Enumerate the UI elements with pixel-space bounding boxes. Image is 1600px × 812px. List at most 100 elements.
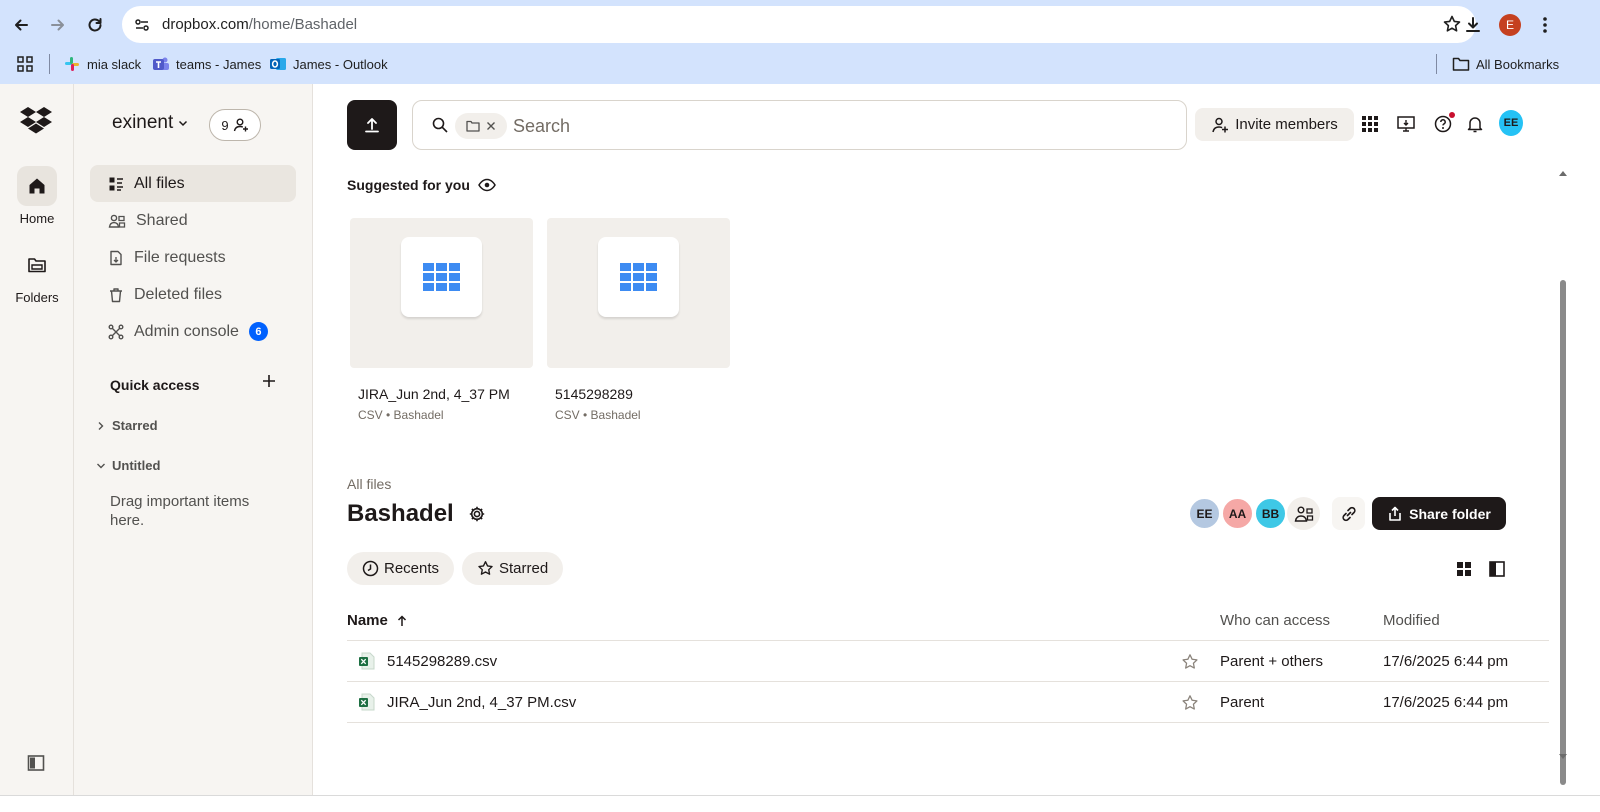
bookmark-james-outlook[interactable]: James - Outlook bbox=[269, 53, 388, 75]
dropbox-app: Home Folders exinent 9 All files Shared bbox=[0, 84, 1600, 812]
column-who-can-access[interactable]: Who can access bbox=[1220, 612, 1330, 629]
gear-icon[interactable] bbox=[468, 505, 486, 523]
search-input[interactable] bbox=[513, 113, 1153, 139]
grid-view-icon[interactable] bbox=[1455, 560, 1473, 578]
search-box[interactable] bbox=[412, 100, 1187, 150]
page-title: Bashadel bbox=[347, 500, 486, 528]
sidebar: exinent 9 All files Shared File requests… bbox=[74, 84, 313, 812]
upload-button[interactable] bbox=[347, 100, 397, 150]
apps-grid-icon bbox=[17, 56, 33, 72]
suggested-card[interactable]: 5145298289 CSV • Bashadel bbox=[547, 218, 730, 422]
admin-console-icon bbox=[108, 324, 124, 339]
add-quick-access-button[interactable] bbox=[262, 374, 276, 388]
sidebar-item-admin-console[interactable]: Admin console 6 bbox=[90, 313, 296, 350]
access-cell: Parent bbox=[1220, 694, 1265, 711]
folder-outline-icon bbox=[1452, 57, 1470, 71]
scroll-down-arrow-icon[interactable] bbox=[1557, 752, 1569, 762]
star-icon[interactable] bbox=[1181, 694, 1199, 712]
folder-name: Bashadel bbox=[347, 500, 454, 527]
suggested-file-name: JIRA_Jun 2nd, 4_37 PM bbox=[358, 386, 510, 402]
rail-folders[interactable]: Folders bbox=[0, 245, 74, 305]
quick-access-group-label: Untitled bbox=[112, 458, 161, 473]
sidebar-item-label: Deleted files bbox=[134, 285, 223, 303]
chevron-down-icon bbox=[97, 463, 105, 468]
modified-cell: 17/6/2025 6:44 pm bbox=[1383, 694, 1509, 711]
team-members-button[interactable]: 9 bbox=[209, 109, 261, 141]
close-icon[interactable] bbox=[486, 121, 496, 131]
sidebar-item-label: All files bbox=[134, 174, 185, 192]
browser-menu-button[interactable] bbox=[1530, 10, 1560, 40]
breadcrumb[interactable]: All files bbox=[347, 476, 391, 492]
sort-up-arrow-icon bbox=[397, 614, 406, 626]
copy-link-button[interactable] bbox=[1332, 497, 1365, 530]
manage-access-icon[interactable] bbox=[1287, 497, 1320, 530]
profile-button[interactable]: E bbox=[1495, 10, 1525, 40]
app-rail: Home Folders bbox=[0, 84, 74, 812]
address-bar[interactable]: dropbox.com/home/Bashadel bbox=[122, 6, 1476, 43]
filter-label: Recents bbox=[384, 560, 440, 577]
help-icon bbox=[1434, 115, 1452, 133]
sidebar-item-file-requests[interactable]: File requests bbox=[90, 239, 296, 276]
bookmark-label: James - Outlook bbox=[293, 56, 388, 72]
search-scope-chip[interactable] bbox=[455, 113, 507, 139]
apps-button[interactable] bbox=[16, 53, 34, 75]
file-thumbnail bbox=[350, 218, 533, 368]
share-icon bbox=[1389, 506, 1401, 521]
share-folder-label: Share folder bbox=[1409, 505, 1491, 522]
eye-icon[interactable] bbox=[478, 178, 496, 192]
help-button[interactable] bbox=[1431, 112, 1455, 136]
plus-icon bbox=[263, 375, 275, 387]
quick-access-title: Quick access bbox=[110, 377, 200, 393]
scroll-up-arrow-icon[interactable] bbox=[1557, 168, 1569, 178]
quick-access-starred[interactable]: Starred bbox=[96, 418, 158, 433]
team-switcher[interactable]: exinent bbox=[112, 112, 189, 134]
chevron-down-icon bbox=[179, 120, 188, 127]
bookmark-teams-james[interactable]: teams - James bbox=[152, 53, 261, 75]
bookmark-label: teams - James bbox=[176, 56, 262, 72]
site-info-icon[interactable] bbox=[132, 15, 152, 35]
file-name: 5145298289.csv bbox=[387, 652, 498, 670]
suggested-file-name: 5145298289 bbox=[555, 386, 633, 402]
suggested-card[interactable]: JIRA_Jun 2nd, 4_37 PM CSV • Bashadel bbox=[350, 218, 533, 422]
page-scrollbar[interactable] bbox=[1557, 84, 1569, 796]
file-name-cell: JIRA_Jun 2nd, 4_37 PM.csv bbox=[359, 693, 576, 711]
table-row[interactable]: 5145298289.csv Parent + others 17/6/2025… bbox=[347, 641, 1549, 682]
invite-members-button[interactable]: Invite members bbox=[1195, 108, 1354, 141]
folder-outline-icon bbox=[466, 120, 480, 132]
downloads-button[interactable] bbox=[1458, 10, 1488, 40]
filter-recents[interactable]: Recents bbox=[347, 552, 455, 585]
all-bookmarks-button[interactable]: All Bookmarks bbox=[1452, 53, 1559, 75]
scrollbar-thumb[interactable] bbox=[1560, 280, 1566, 785]
forward-button[interactable] bbox=[43, 10, 73, 40]
file-thumbnail bbox=[547, 218, 730, 368]
dropbox-logo-icon[interactable] bbox=[20, 106, 52, 134]
suggested-section-title: Suggested for you bbox=[347, 177, 496, 193]
rail-home[interactable]: Home bbox=[0, 166, 74, 226]
star-icon[interactable] bbox=[1181, 653, 1199, 671]
sidebar-item-all-files[interactable]: All files bbox=[90, 165, 296, 202]
column-name[interactable]: Name bbox=[347, 612, 408, 629]
bookmark-mia-slack[interactable]: mia slack bbox=[63, 53, 141, 75]
account-menu-button[interactable]: EE bbox=[1499, 110, 1523, 136]
side-panel-icon[interactable] bbox=[1488, 560, 1506, 578]
app-grid-button[interactable] bbox=[1358, 112, 1382, 136]
rail-folders-label: Folders bbox=[15, 290, 59, 305]
table-row[interactable]: JIRA_Jun 2nd, 4_37 PM.csv Parent 17/6/20… bbox=[347, 682, 1549, 723]
reload-button[interactable] bbox=[80, 10, 110, 40]
desktop-app-button[interactable] bbox=[1394, 112, 1418, 136]
all-bookmarks-label: All Bookmarks bbox=[1476, 56, 1560, 72]
notifications-button[interactable] bbox=[1463, 112, 1487, 136]
link-icon bbox=[1341, 506, 1356, 521]
rail-home-label: Home bbox=[19, 211, 55, 226]
trash-icon bbox=[110, 287, 122, 302]
collapse-sidebar-icon[interactable] bbox=[27, 754, 45, 772]
quick-access-untitled[interactable]: Untitled bbox=[96, 458, 160, 473]
quick-access-group-label: Starred bbox=[112, 418, 158, 433]
sidebar-item-deleted-files[interactable]: Deleted files bbox=[90, 276, 296, 313]
share-folder-button[interactable]: Share folder bbox=[1372, 497, 1506, 530]
column-modified[interactable]: Modified bbox=[1383, 612, 1440, 629]
sidebar-item-shared[interactable]: Shared bbox=[90, 202, 296, 239]
filter-starred[interactable]: Starred bbox=[462, 552, 564, 585]
back-button[interactable] bbox=[6, 10, 36, 40]
folder-members[interactable]: EE AA BB bbox=[1188, 497, 1320, 530]
